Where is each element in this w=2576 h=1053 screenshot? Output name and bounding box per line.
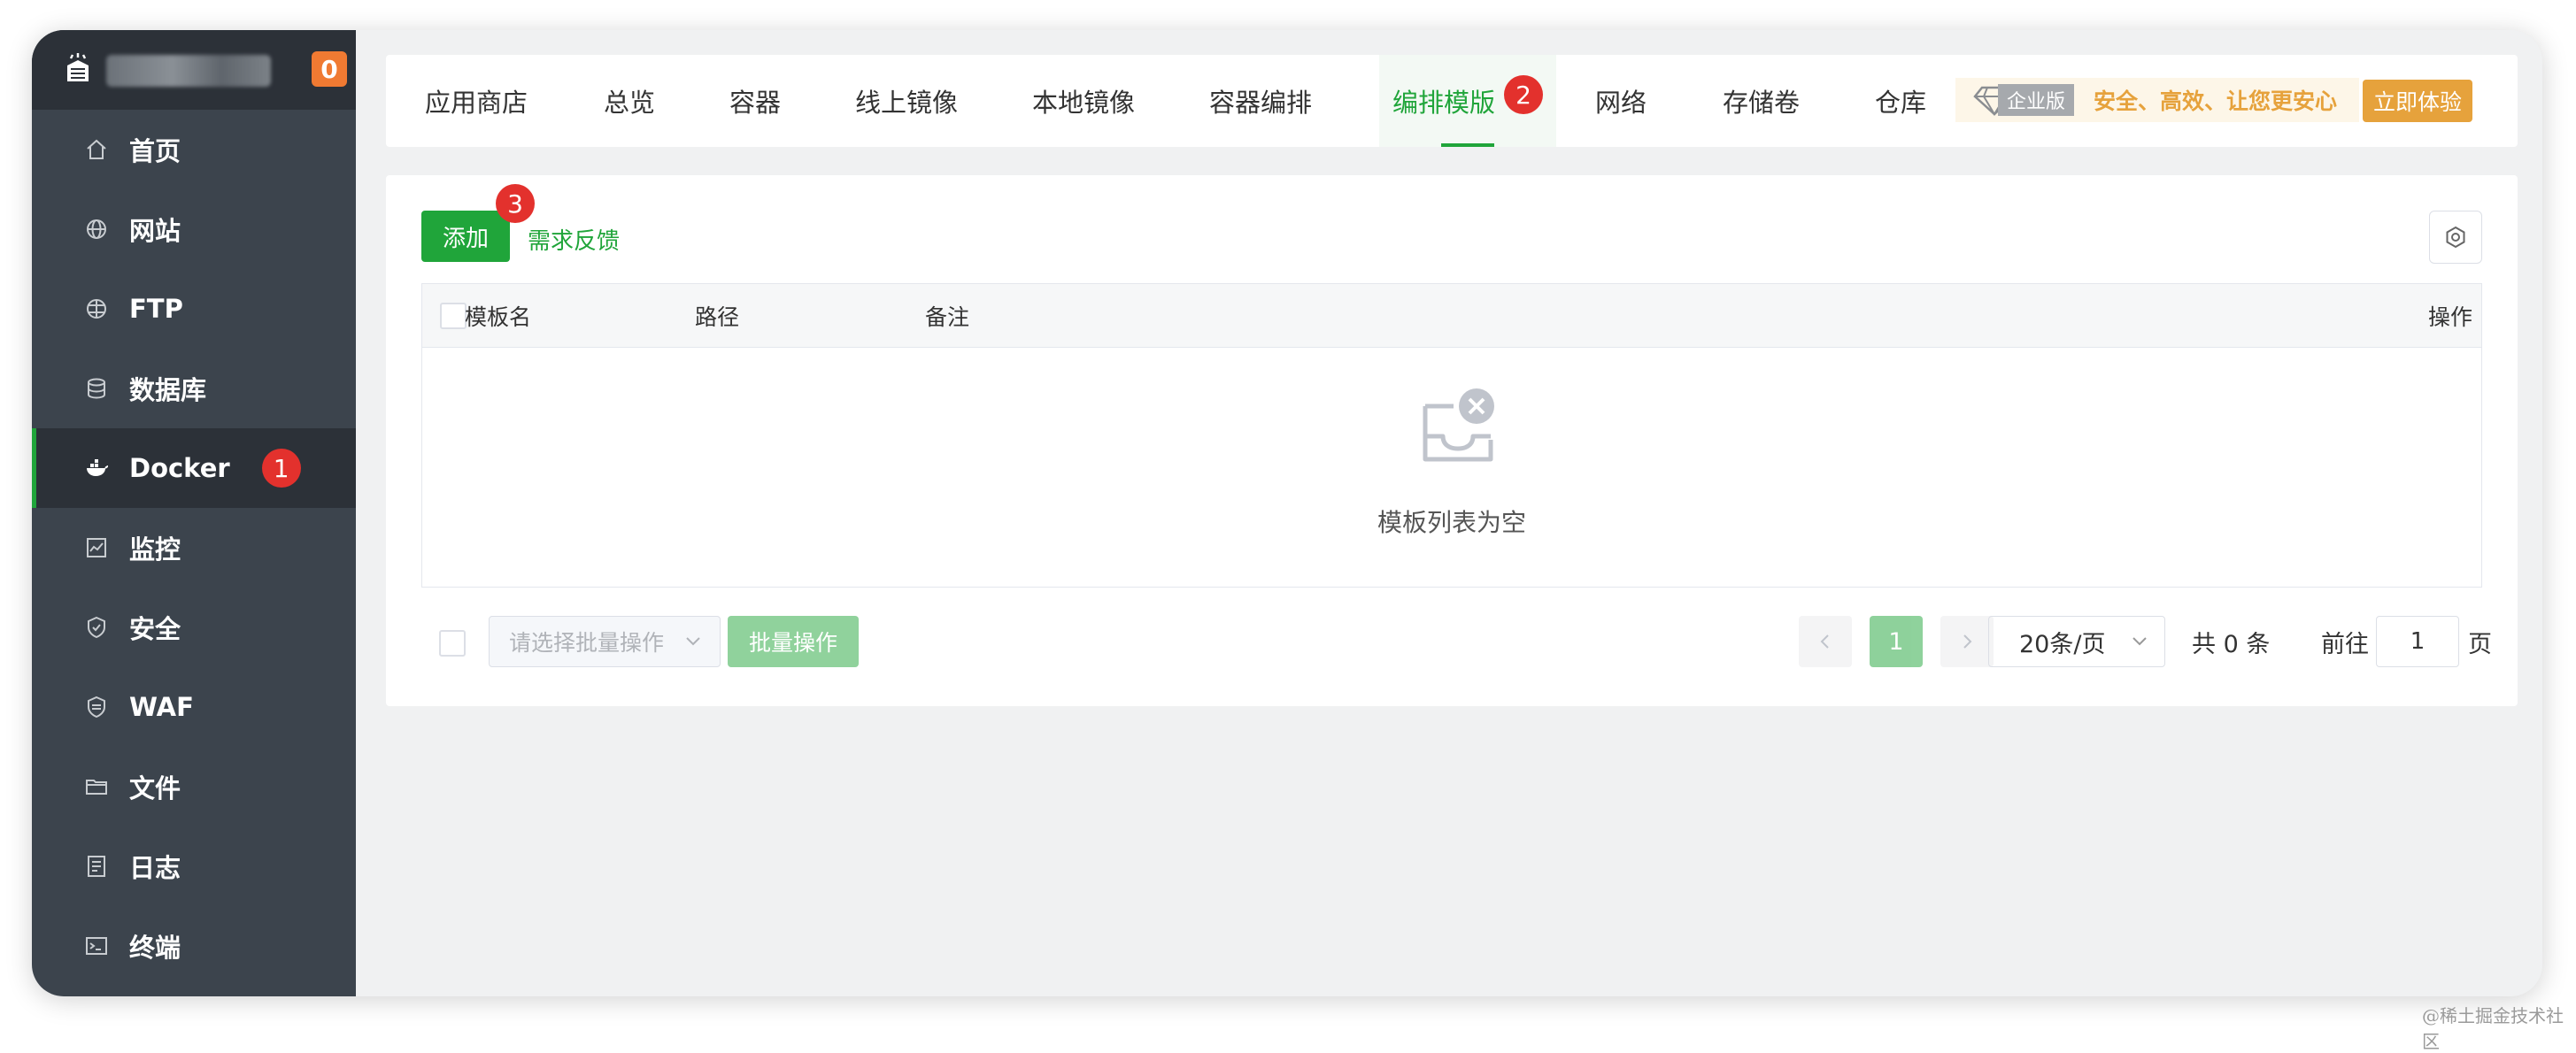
waf-shield-icon [83,694,110,720]
docker-icon [83,455,110,481]
chevron-down-icon [686,637,700,646]
prev-page-button[interactable] [1799,616,1852,667]
template-panel: 添加 3 需求反馈 模板名 路径 备注 操作 模板列表为空 请选择批量操作 批量… [386,175,2518,706]
goto-label: 前往 [2321,630,2369,658]
tab-networks[interactable]: 网络 [1595,55,1647,147]
try-enterprise-button[interactable]: 立即体验 [2363,80,2472,122]
page-unit-label: 页 [2468,630,2492,658]
sidebar-item-label: 终端 [129,933,181,963]
sidebar-item-monitor[interactable]: 监控 [32,508,356,588]
sidebar-item-home[interactable]: 首页 [32,110,356,189]
select-all-checkbox[interactable] [440,303,467,329]
sidebar-nav: 首页 网站 FTP 数据库 Docker 1 监控 安全 WAF 文件 日志 终… [32,110,356,986]
home-icon [83,136,110,163]
step-marker-1: 1 [261,449,301,488]
sidebar-item-label: 监控 [129,534,181,565]
main-content: 应用商店 总览 容器 线上镜像 本地镜像 容器编排 编排模版 2 网络 存储卷 … [356,30,2542,996]
goto-page-input[interactable]: 1 [2376,616,2459,667]
sidebar-item-label: 日志 [129,853,181,883]
empty-state-text: 模板列表为空 [1377,508,1526,537]
sidebar-item-terminal[interactable]: 终端 [32,906,356,986]
sidebar-item-label: 数据库 [129,375,207,405]
folder-icon [83,773,110,800]
docker-tab-bar: 应用商店 总览 容器 线上镜像 本地镜像 容器编排 编排模版 2 网络 存储卷 … [386,55,2518,147]
column-template-name: 模板名 [465,304,532,330]
next-page-button[interactable] [1940,616,1994,667]
sidebar-item-ftp[interactable]: FTP [32,269,356,349]
watermark: @稀土掘金技术社区 [2422,1005,2564,1052]
enterprise-slogan: 安全、高效、让您更安心 [2094,88,2338,114]
sidebar-item-label: 文件 [129,773,181,803]
batch-action-select[interactable]: 请选择批量操作 [489,616,721,667]
step-marker-2: 2 [1504,75,1543,114]
footer-select-checkbox[interactable] [439,630,466,657]
panel-logo-icon [67,53,89,81]
app-window: 0 首页 网站 FTP 数据库 Docker 1 监控 安全 WAF 文件 日志… [32,30,2542,996]
globe-icon [83,216,110,242]
sidebar-item-website[interactable]: 网站 [32,189,356,269]
tab-overview[interactable]: 总览 [604,55,655,147]
page-size-select[interactable]: 20条/页 [1988,616,2165,667]
enterprise-label: 企业版 [1998,84,2075,116]
tab-volumes[interactable]: 存储卷 [1723,55,1800,147]
chevron-left-icon [1820,634,1829,649]
sidebar-item-files[interactable]: 文件 [32,747,356,826]
monitor-icon [83,534,110,561]
tab-registry[interactable]: 仓库 [1875,55,1926,147]
enterprise-promo: 企业版 安全、高效、让您更安心 [1955,78,2359,122]
terminal-icon [83,933,110,959]
column-actions: 操作 [2427,304,2472,330]
step-marker-3: 3 [496,184,535,223]
log-icon [83,853,110,880]
empty-inbox-icon [1423,388,1494,462]
feedback-link[interactable]: 需求反馈 [528,223,620,256]
gear-icon [2446,226,2465,249]
chevron-down-icon [2133,637,2147,646]
sidebar-item-label: WAF [129,692,194,722]
batch-action-placeholder: 请选择批量操作 [509,630,665,656]
ftp-globe-icon [83,296,110,322]
sidebar-item-docker[interactable]: Docker 1 [32,428,356,508]
database-icon [83,375,110,402]
tab-app-store[interactable]: 应用商店 [425,55,528,147]
template-table: 模板名 路径 备注 操作 模板列表为空 [421,283,2482,588]
tab-local-images[interactable]: 本地镜像 [1032,55,1135,147]
page-size-value: 20条/页 [2019,630,2106,658]
tab-label: 编排模版 [1392,88,1495,118]
total-count: 共 0 条 [2192,630,2271,658]
message-count-badge[interactable]: 0 [312,51,347,87]
empty-state: 模板列表为空 [422,348,2481,587]
tab-containers[interactable]: 容器 [729,55,781,147]
sidebar-item-label: 首页 [129,136,181,166]
sidebar-item-label: 安全 [129,614,181,644]
sidebar-item-label: FTP [129,294,183,324]
sidebar-item-security[interactable]: 安全 [32,588,356,667]
table-header: 模板名 路径 备注 操作 [422,284,2481,348]
server-address-blurred [106,55,271,87]
sidebar-item-database[interactable]: 数据库 [32,349,356,428]
sidebar: 0 首页 网站 FTP 数据库 Docker 1 监控 安全 WAF 文件 日志… [32,30,356,996]
sidebar-item-waf[interactable]: WAF [32,667,356,747]
tab-compose-templates[interactable]: 编排模版 2 [1379,55,1556,147]
sidebar-item-label: Docker [129,453,230,483]
column-remark: 备注 [925,304,970,330]
sidebar-item-label: 网站 [129,216,181,246]
tab-compose[interactable]: 容器编排 [1209,55,1312,147]
page-number-current[interactable]: 1 [1870,616,1923,667]
shield-icon [83,614,110,641]
add-template-button[interactable]: 添加 [421,211,510,262]
tab-online-images[interactable]: 线上镜像 [855,55,958,147]
column-path: 路径 [695,304,740,330]
table-settings-button[interactable] [2429,211,2482,264]
chevron-right-icon [1963,634,1972,649]
sidebar-item-logs[interactable]: 日志 [32,826,356,906]
batch-action-button[interactable]: 批量操作 [728,616,859,667]
sidebar-header: 0 [32,30,356,110]
